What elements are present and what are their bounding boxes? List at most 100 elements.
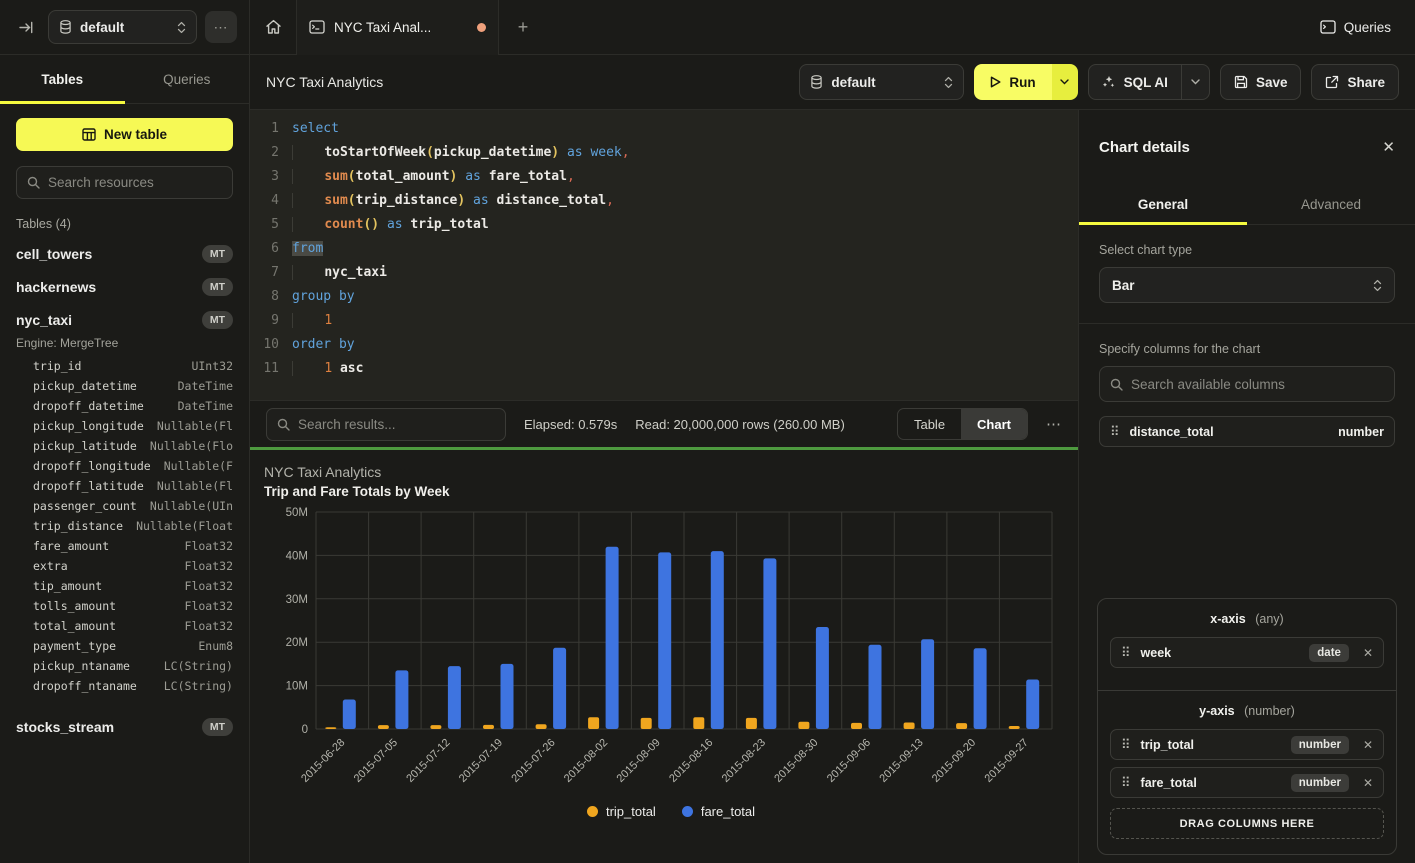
chart-type-select[interactable]: Bar [1099, 267, 1395, 303]
sidebar-more-button[interactable]: ⋯ [205, 11, 237, 43]
column-type: Float32 [185, 539, 233, 553]
column-row[interactable]: trip_distance Nullable(Float [0, 516, 249, 536]
columns-search-input[interactable] [1131, 377, 1384, 392]
save-button[interactable]: Save [1220, 64, 1302, 100]
drag-handle-icon[interactable]: ⠿ [1110, 424, 1120, 440]
query-toolbar: NYC Taxi Analytics default Run [250, 55, 1415, 110]
sql-ai-label: SQL AI [1124, 75, 1168, 90]
rows-read: Read: 20,000,000 rows (260.00 MB) [635, 417, 845, 432]
table-row[interactable]: stocks_stream MT [0, 710, 249, 743]
drag-handle-icon[interactable]: ⠿ [1121, 737, 1131, 753]
svg-text:2015-07-12: 2015-07-12 [404, 737, 452, 785]
column-chip-fare_total[interactable]: ⠿ fare_totalnumber ✕ [1110, 767, 1384, 798]
resources-search-input[interactable] [48, 175, 225, 190]
bar-trip-total [483, 725, 494, 729]
legend-label: trip_total [606, 804, 656, 819]
results-search-input[interactable] [298, 417, 495, 432]
drag-handle-icon[interactable]: ⠿ [1121, 645, 1131, 661]
new-table-button[interactable]: New table [16, 118, 233, 151]
table-row[interactable]: cell_towers MT [0, 237, 249, 270]
bar-trip-total [851, 723, 862, 729]
chip-remove-icon[interactable]: ✕ [1363, 738, 1373, 752]
column-row[interactable]: tolls_amount Float32 [0, 596, 249, 616]
chip-remove-icon[interactable]: ✕ [1363, 776, 1373, 790]
share-button[interactable]: Share [1311, 64, 1399, 100]
panel-tab-advanced[interactable]: Advanced [1247, 184, 1415, 224]
x-axis-hint: (any) [1255, 612, 1283, 626]
column-row[interactable]: passenger_count Nullable(UIn [0, 496, 249, 516]
code-line: 1 asc [292, 357, 1078, 381]
view-toggle-table[interactable]: Table [898, 409, 961, 439]
view-toggle-chart[interactable]: Chart [961, 409, 1027, 439]
save-button-label: Save [1256, 75, 1288, 90]
column-row[interactable]: dropoff_datetime DateTime [0, 396, 249, 416]
sidebar-tab-queries[interactable]: Queries [125, 55, 250, 103]
database-selector-value: default [80, 20, 169, 35]
svg-text:2015-09-13: 2015-09-13 [877, 737, 925, 785]
run-options-button[interactable] [1052, 64, 1078, 100]
column-row[interactable]: pickup_longitude Nullable(Fl [0, 416, 249, 436]
column-type: Float32 [185, 599, 233, 613]
drag-handle-icon[interactable]: ⠿ [1121, 775, 1131, 791]
column-chip-week[interactable]: ⠿ weekdate ✕ [1110, 637, 1384, 668]
line-number: 4 [250, 189, 279, 213]
sidebar-tab-tables[interactable]: Tables [0, 55, 125, 103]
new-tab-button[interactable]: + [499, 0, 547, 55]
queries-button[interactable]: Queries [1320, 20, 1391, 35]
run-button[interactable]: Run [974, 64, 1051, 100]
sql-ai-button[interactable]: SQL AI [1089, 75, 1181, 90]
column-name: payment_type [33, 639, 116, 653]
table-engine: Engine: MergeTree [0, 336, 249, 356]
column-row[interactable]: dropoff_longitude Nullable(F [0, 456, 249, 476]
column-type: Enum8 [198, 639, 233, 653]
results-more-button[interactable]: ⋯ [1046, 415, 1062, 433]
bar-trip-total [1009, 726, 1020, 729]
column-row[interactable]: pickup_latitude Nullable(Flo [0, 436, 249, 456]
queries-icon [1320, 20, 1336, 34]
run-button-group: Run [974, 64, 1077, 100]
column-row[interactable]: pickup_datetime DateTime [0, 376, 249, 396]
tab-general-label: General [1138, 197, 1188, 212]
column-row[interactable]: fare_amount Float32 [0, 536, 249, 556]
column-row[interactable]: total_amount Float32 [0, 616, 249, 636]
svg-text:2015-09-27: 2015-09-27 [983, 737, 1031, 785]
column-type: Nullable(F [164, 459, 233, 473]
panel-tab-general[interactable]: General [1079, 184, 1247, 224]
editor-code[interactable]: select toStartOfWeek(pickup_datetime) as… [292, 117, 1078, 400]
drag-columns-drop-zone[interactable]: DRAG COLUMNS HERE [1110, 808, 1384, 839]
column-row[interactable]: dropoff_latitude Nullable(Fl [0, 476, 249, 496]
chip-remove-icon[interactable]: ✕ [1363, 646, 1373, 660]
column-row[interactable]: pickup_ntaname LC(String) [0, 656, 249, 676]
tab-tables-label: Tables [41, 72, 83, 87]
sql-editor[interactable]: 1234567891011 select toStartOfWeek(picku… [250, 110, 1078, 400]
collapse-sidebar-button[interactable] [12, 13, 40, 41]
bar-trip-total [956, 723, 967, 729]
updown-chevron-icon [1373, 279, 1382, 292]
sql-ai-options-button[interactable] [1181, 65, 1209, 99]
column-row[interactable]: dropoff_ntaname LC(String) [0, 676, 249, 696]
column-type: DateTime [178, 399, 233, 413]
table-row[interactable]: hackernews MT [0, 270, 249, 303]
legend-item-fare_total[interactable]: fare_total [682, 804, 755, 819]
column-chip-distance_total[interactable]: ⠿ distance_totalnumber [1099, 416, 1395, 447]
table-row[interactable]: nyc_taxi MT [0, 303, 249, 336]
bar-fare-total [395, 670, 408, 729]
column-chip-trip_total[interactable]: ⠿ trip_totalnumber ✕ [1110, 729, 1384, 760]
column-row[interactable]: extra Float32 [0, 556, 249, 576]
column-row[interactable]: trip_id UInt32 [0, 356, 249, 376]
column-row[interactable]: payment_type Enum8 [0, 636, 249, 656]
chip-type-label: number [1338, 425, 1384, 439]
bar-chart[interactable]: 010M20M30M40M50M2015-06-282015-07-052015… [264, 502, 1078, 798]
line-number: 1 [250, 117, 279, 141]
legend-item-trip_total[interactable]: trip_total [587, 804, 656, 819]
bar-trip-total [378, 725, 389, 729]
home-button[interactable] [250, 0, 296, 55]
query-tab-nyc-taxi[interactable]: NYC Taxi Anal... [296, 0, 499, 55]
search-icon [1110, 378, 1123, 391]
toolbar-database-selector[interactable]: default [799, 64, 964, 100]
chip-column-name: week [1141, 646, 1300, 660]
column-row[interactable]: tip_amount Float32 [0, 576, 249, 596]
column-name: pickup_longitude [33, 419, 144, 433]
database-selector[interactable]: default [48, 10, 197, 44]
close-icon[interactable]: ✕ [1382, 138, 1395, 156]
